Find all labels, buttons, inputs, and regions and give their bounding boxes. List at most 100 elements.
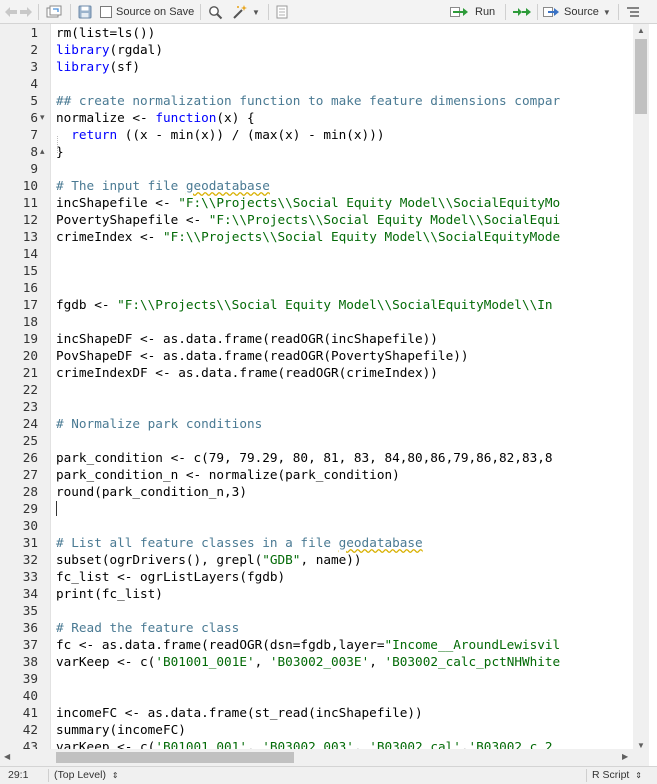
rerun-button[interactable]: [512, 0, 532, 24]
code-line[interactable]: PovShapeDF <- as.data.frame(readOGR(Pove…: [56, 347, 468, 364]
code-line[interactable]: normalize <- function(x) {: [56, 109, 255, 126]
code-line[interactable]: # The input file geodatabase: [56, 177, 270, 194]
code-line[interactable]: library(sf): [56, 58, 140, 75]
line-number: 8: [30, 144, 38, 159]
show-in-window-button[interactable]: [46, 0, 62, 24]
line-number: 3: [30, 59, 38, 74]
code-line[interactable]: # Read the feature class: [56, 619, 239, 636]
back-button[interactable]: [4, 0, 18, 24]
chevron-down-icon[interactable]: ▼: [603, 8, 611, 17]
status-bar: 29:1 (Top Level) ⇕ R Script ⇕: [0, 766, 657, 784]
code-line[interactable]: print(fc_list): [56, 585, 163, 602]
run-arrow-icon: [450, 7, 468, 17]
up-down-icon: ⇕: [635, 771, 642, 780]
vertical-scroll-thumb[interactable]: [635, 39, 647, 114]
code-line[interactable]: # Normalize park conditions: [56, 415, 262, 432]
cursor-position: 29:1: [8, 769, 29, 781]
line-number: 27: [22, 467, 38, 482]
line-number: 41: [22, 705, 38, 720]
line-number: 26: [22, 450, 38, 465]
line-number: 18: [22, 314, 38, 329]
code-line[interactable]: varKeep <- c('B01001_001E', 'B03002_003E…: [56, 653, 560, 670]
toolbar-separator: [38, 4, 39, 20]
save-button[interactable]: [78, 0, 92, 24]
run-button[interactable]: Run: [450, 0, 495, 24]
indent-guide: [57, 136, 58, 153]
toolbar-separator: [200, 4, 201, 20]
editor-toolbar: Source on Save ▼ Run Source ▼: [0, 0, 657, 24]
status-separator: [586, 769, 587, 782]
line-number: 6: [30, 110, 38, 125]
code-line[interactable]: crimeIndex <- "F:\\Projects\\Social Equi…: [56, 228, 560, 245]
fold-toggle-icon[interactable]: ▴: [40, 143, 49, 160]
code-line[interactable]: # List all feature classes in a file geo…: [56, 534, 423, 551]
scroll-up-icon[interactable]: ▲: [637, 26, 645, 35]
scope-label: (Top Level): [54, 769, 106, 781]
line-number: 19: [22, 331, 38, 346]
scope-selector[interactable]: (Top Level) ⇕: [54, 769, 119, 781]
line-number: 4: [30, 76, 38, 91]
fold-toggle-icon[interactable]: ▾: [40, 109, 49, 126]
code-line[interactable]: PovertyShapefile <- "F:\\Projects\\Socia…: [56, 211, 560, 228]
line-number: 5: [30, 93, 38, 108]
file-type-selector[interactable]: R Script ⇕: [592, 769, 642, 781]
find-button[interactable]: [208, 0, 223, 24]
horizontal-scrollbar[interactable]: ◀ ▶: [0, 749, 633, 766]
horizontal-scroll-thumb[interactable]: [56, 752, 294, 763]
source-on-save-label: Source on Save: [116, 6, 195, 18]
source-label: Source: [564, 6, 599, 18]
line-number: 11: [22, 195, 38, 210]
code-line[interactable]: return ((x - min(x)) / (max(x) - min(x))…: [56, 126, 384, 143]
source-on-save-checkbox[interactable]: [100, 6, 112, 18]
toolbar-separator: [505, 4, 506, 20]
code-tools-button[interactable]: ▼: [232, 0, 260, 24]
line-number: 32: [22, 552, 38, 567]
line-number: 29: [22, 501, 38, 516]
toolbar-separator: [618, 4, 619, 20]
line-number: 31: [22, 535, 38, 550]
vertical-scrollbar[interactable]: ▲ ▼: [633, 24, 649, 766]
line-number: 36: [22, 620, 38, 635]
line-number: 20: [22, 348, 38, 363]
line-number: 37: [22, 637, 38, 652]
line-number-gutter: 1 2 3 4 5 6 ▾ 7 8 ▴ 9 10 11 12 13 14 15 16 17 18 19 20 21 22 23 2…: [0, 24, 51, 766]
scroll-left-icon[interactable]: ◀: [4, 752, 10, 761]
hamburger-icon: [627, 7, 639, 17]
source-button[interactable]: Source ▼: [543, 0, 611, 24]
source-on-save-toggle[interactable]: Source on Save: [100, 0, 194, 24]
line-number: 28: [22, 484, 38, 499]
text-cursor: [56, 501, 57, 516]
line-number: 13: [22, 229, 38, 244]
line-number: 40: [22, 688, 38, 703]
code-line[interactable]: park_condition_n <- normalize(park_condi…: [56, 466, 400, 483]
code-line[interactable]: fgdb <- "F:\\Projects\\Social Equity Mod…: [56, 296, 553, 313]
code-line[interactable]: incShapeDF <- as.data.frame(readOGR(incS…: [56, 330, 438, 347]
line-number: 38: [22, 654, 38, 669]
line-number: 16: [22, 280, 38, 295]
code-line[interactable]: fc <- as.data.frame(readOGR(dsn=fgdb,lay…: [56, 636, 560, 653]
code-line[interactable]: round(park_condition_n,3): [56, 483, 247, 500]
line-number: 14: [22, 246, 38, 261]
run-label: Run: [475, 6, 496, 18]
line-number: 22: [22, 382, 38, 397]
code-line[interactable]: ## create normalization function to make…: [56, 92, 560, 109]
toolbar-separator: [268, 4, 269, 20]
outline-button[interactable]: [626, 0, 640, 24]
code-line[interactable]: rm(list=ls()): [56, 24, 155, 41]
file-type-label: R Script: [592, 769, 630, 781]
code-line[interactable]: crimeIndexDF <- as.data.frame(readOGR(cr…: [56, 364, 438, 381]
forward-button[interactable]: [19, 0, 33, 24]
scroll-down-icon[interactable]: ▼: [637, 741, 645, 750]
compile-report-button[interactable]: [275, 0, 289, 24]
code-line[interactable]: fc_list <- ogrListLayers(fgdb): [56, 568, 285, 585]
scroll-right-icon[interactable]: ▶: [622, 752, 628, 761]
code-line[interactable]: park_condition <- c(79, 79.29, 80, 81, 8…: [56, 449, 553, 466]
code-line[interactable]: summary(incomeFC): [56, 721, 186, 738]
code-line[interactable]: incShapefile <- "F:\\Projects\\Social Eq…: [56, 194, 560, 211]
line-number: 35: [22, 603, 38, 618]
code-line[interactable]: subset(ogrDrivers(), grepl("GDB", name)): [56, 551, 362, 568]
code-line[interactable]: incomeFC <- as.data.frame(st_read(incSha…: [56, 704, 423, 721]
code-line[interactable]: library(rgdal): [56, 41, 163, 58]
line-number: 25: [22, 433, 38, 448]
code-editor[interactable]: 1 2 3 4 5 6 ▾ 7 8 ▴ 9 10 11 12 13 14 15 16 17 18 19 20 21 22 23 2…: [0, 24, 633, 766]
